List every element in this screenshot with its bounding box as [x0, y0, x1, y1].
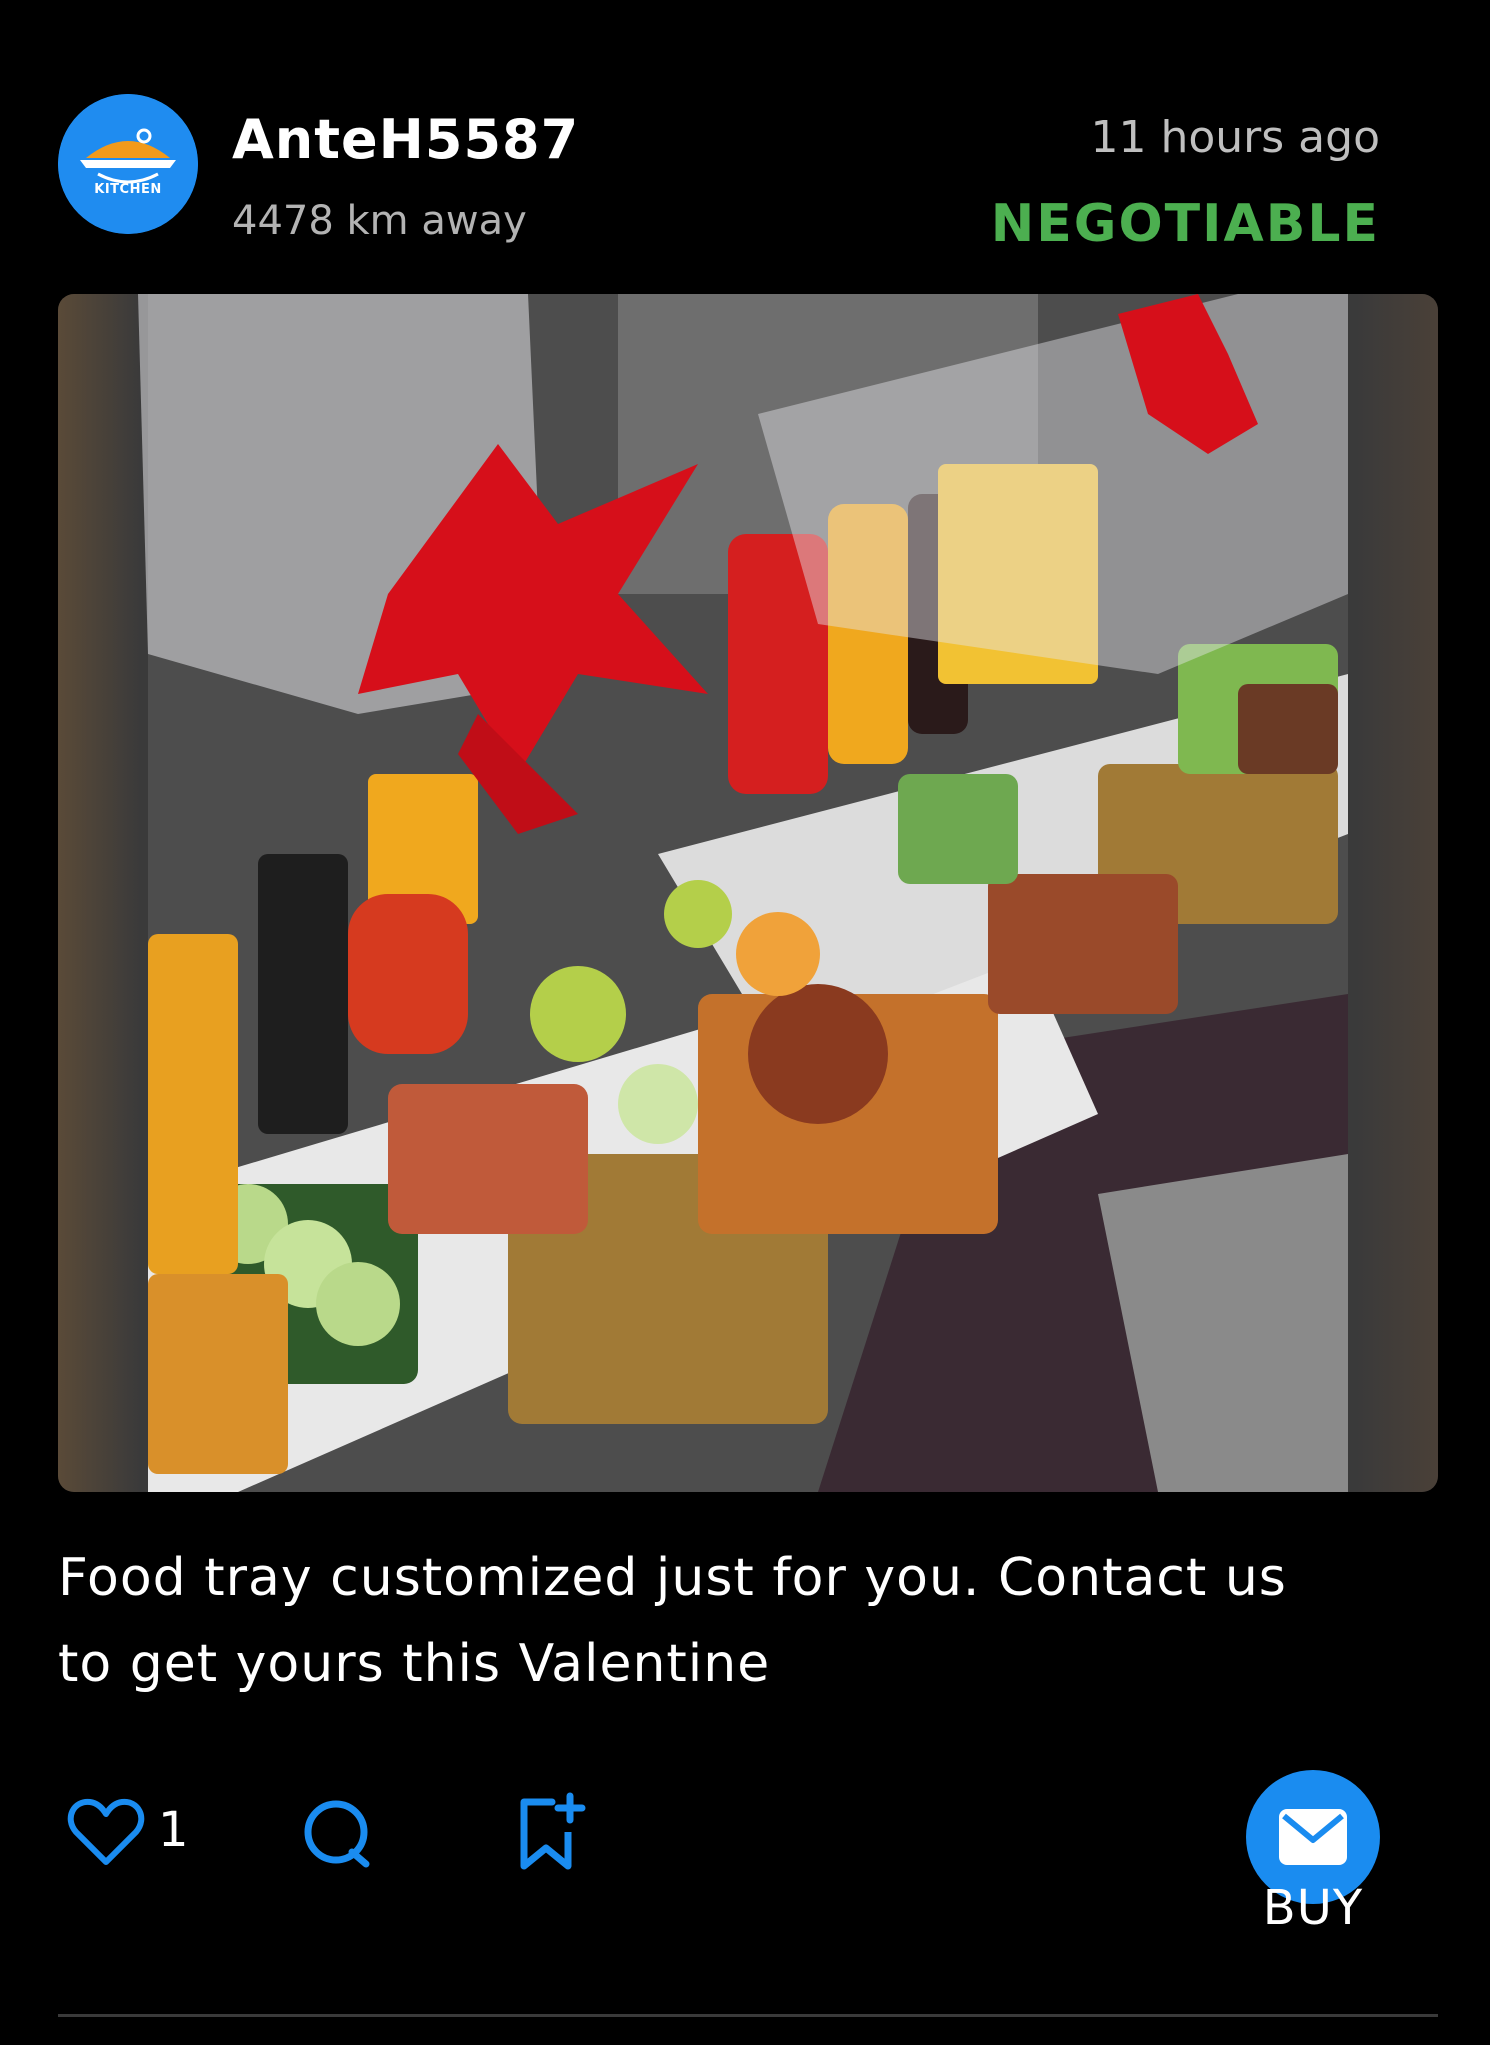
caption-line-1: Food tray customized just for you. Conta… [58, 1548, 1287, 1608]
buy-label[interactable]: BUY [1218, 1880, 1408, 1936]
bookmark-plus-icon[interactable] [518, 1792, 588, 1872]
seller-username[interactable]: AnteH5587 [232, 108, 579, 171]
caption-line-2: to get yours this Valentine [58, 1634, 771, 1694]
comment-bubble-icon[interactable] [300, 1796, 374, 1870]
seller-avatar[interactable]: KITCHEN [58, 94, 198, 234]
food-tray-photo [58, 294, 1438, 1492]
post-divider [58, 2014, 1438, 2017]
avatar-brand-text: KITCHEN [94, 182, 162, 197]
seller-distance: 4478 km away [232, 198, 527, 244]
kitchen-logo-icon [58, 94, 198, 234]
like-count: 1 [158, 1802, 189, 1858]
post-caption: Food tray customized just for you. Conta… [58, 1535, 1438, 1707]
post-timestamp: 11 hours ago [1090, 112, 1380, 163]
post-photo[interactable] [58, 294, 1438, 1492]
price-status-badge: NEGOTIABLE [990, 194, 1380, 254]
heart-outline-icon[interactable] [66, 1796, 146, 1868]
envelope-icon [1279, 1809, 1347, 1865]
